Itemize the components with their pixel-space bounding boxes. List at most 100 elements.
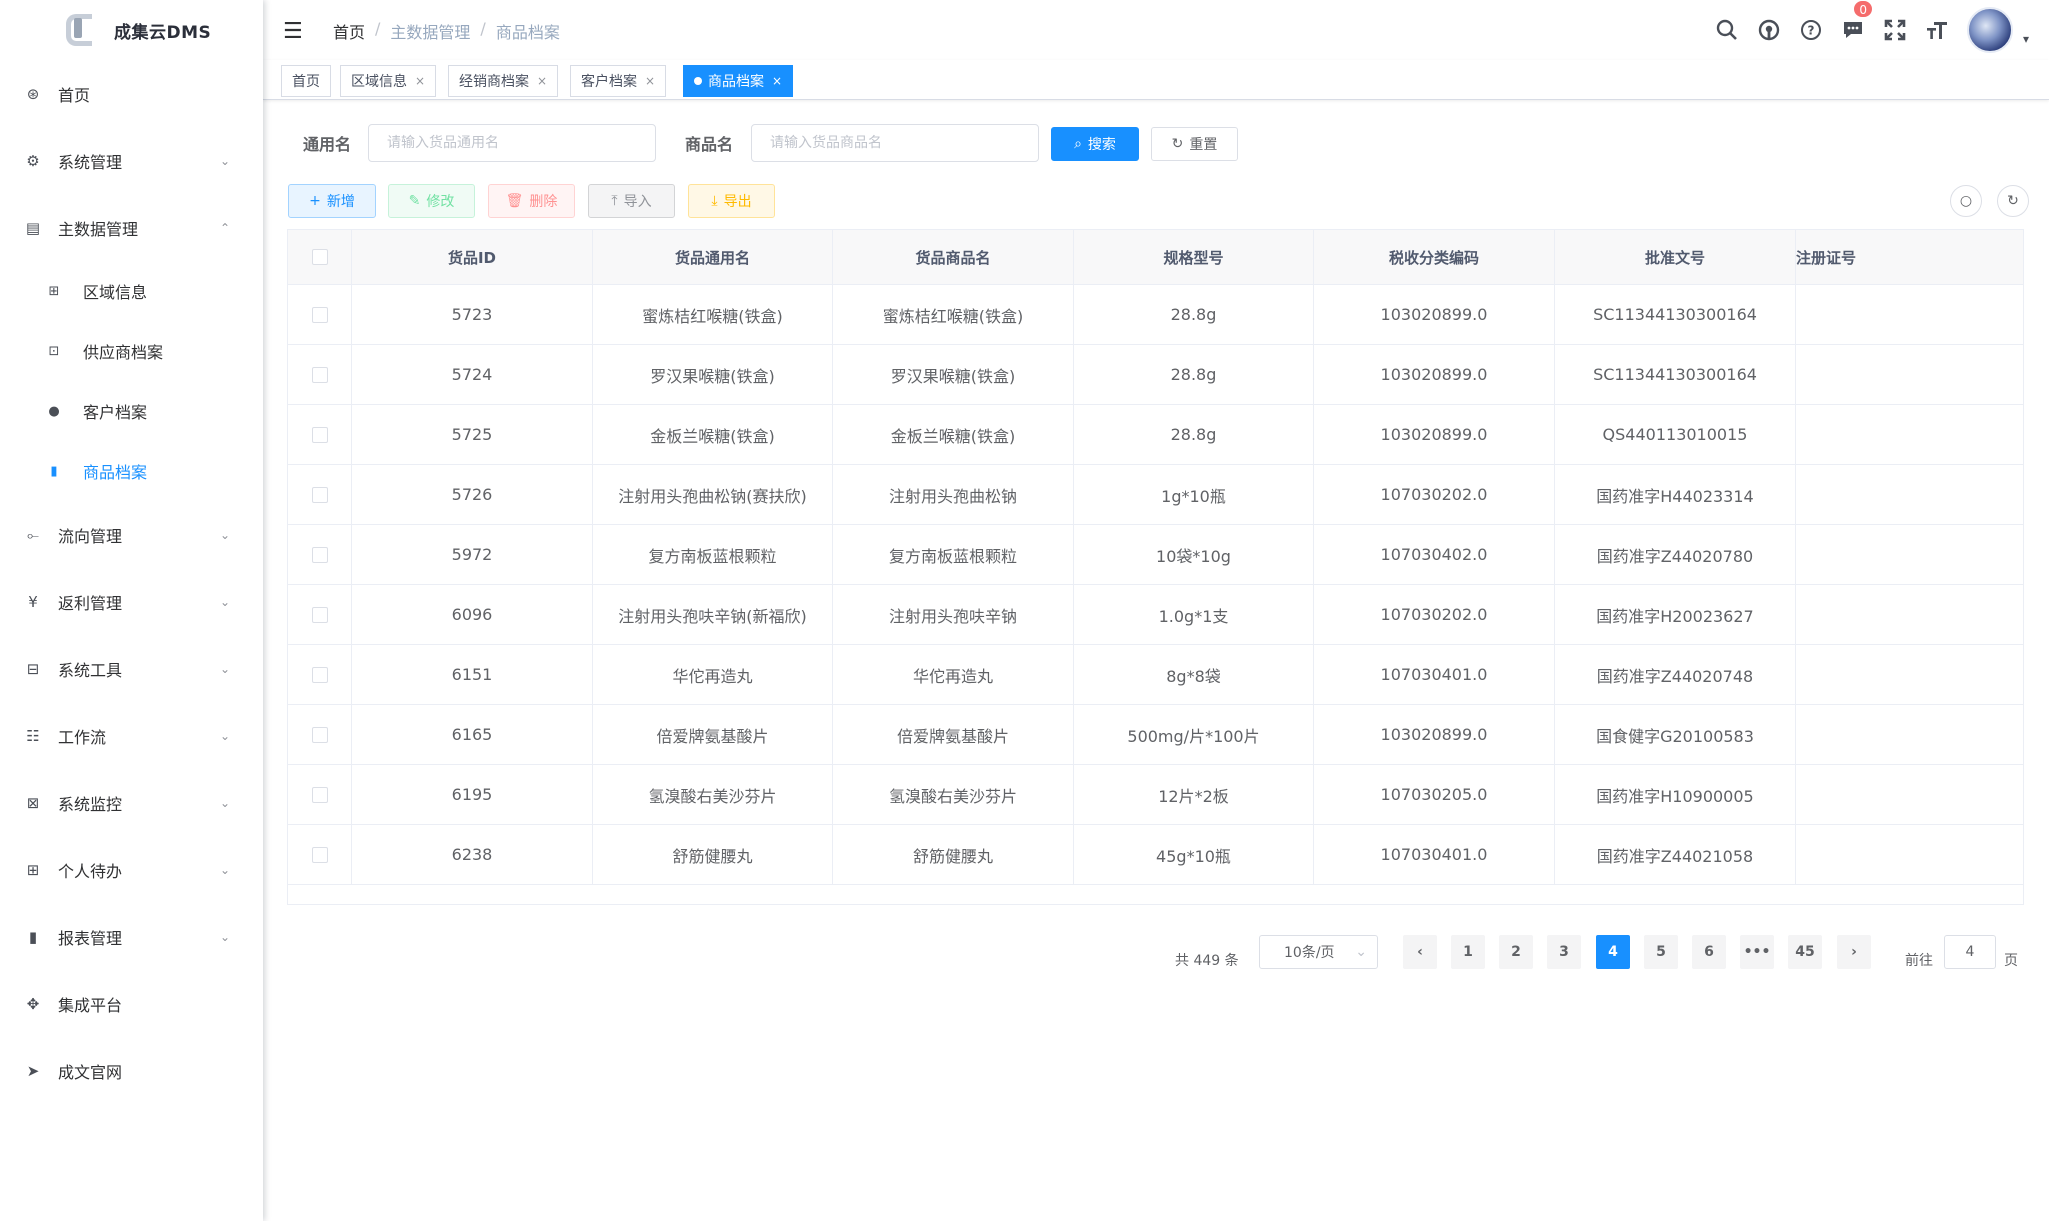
row-checkbox[interactable] xyxy=(311,486,328,503)
table-cell: 5725 xyxy=(352,405,593,464)
tab-2[interactable]: 经销商档案 × xyxy=(448,65,559,97)
row-checkbox[interactable] xyxy=(311,546,328,563)
table-row[interactable]: 5724 罗汉果喉糖(铁盒) 罗汉果喉糖(铁盒) 28.8g 103020899.0 SC… xyxy=(288,345,2023,405)
search-icon[interactable] xyxy=(1715,18,1739,42)
sidebar-subitem-0[interactable]: ⊞ 区域信息 xyxy=(0,261,263,321)
tab-0[interactable]: 首页 xyxy=(281,65,331,97)
tab-4[interactable]: 商品档案 × xyxy=(683,65,794,97)
close-icon[interactable]: × xyxy=(537,74,547,88)
sidebar-item-11[interactable]: ➤ 成文官网 xyxy=(0,1037,263,1104)
export-button[interactable]: ⤓ 导出 xyxy=(688,184,775,218)
help-icon[interactable]: ? xyxy=(1799,18,1823,42)
table-row[interactable]: 6165 倍爱牌氨基酸片 倍爱牌氨基酸片 500mg/片*100片 103020899.… xyxy=(288,705,2023,765)
sidebar-subitem-label: 商品档案 xyxy=(83,463,148,482)
table-cell: 复方南板蓝根颗粒 xyxy=(593,525,833,584)
refresh-table-button[interactable]: ↻ xyxy=(1997,185,2029,217)
flow-icon: ⟜ xyxy=(26,525,39,544)
sidebar-item-label: 系统管理 xyxy=(58,152,123,172)
tab-label: 经销商档案 xyxy=(459,74,529,90)
sidebar-item-3[interactable]: ⟜ 流向管理 ⌄ xyxy=(0,501,263,568)
page-button[interactable]: 6 xyxy=(1692,935,1726,969)
sidebar-item-label: 成文官网 xyxy=(58,1062,123,1082)
tab-3[interactable]: 客户档案 × xyxy=(570,65,667,97)
page-button[interactable]: 45 xyxy=(1788,935,1822,969)
table-row[interactable]: 5972 复方南板蓝根颗粒 复方南板蓝根颗粒 10袋*10g 107030402.0 国药… xyxy=(288,525,2023,585)
edit-button[interactable]: ✎ 修改 xyxy=(388,184,475,218)
breadcrumb-home[interactable]: 首页 xyxy=(333,19,365,43)
row-checkbox[interactable] xyxy=(311,306,328,323)
sidebar-item-0[interactable]: ⊛ 首页 xyxy=(0,60,263,127)
select-all-cell xyxy=(288,230,352,284)
page-size-select[interactable]: 10条/页 ⌄ xyxy=(1259,935,1378,969)
table-row[interactable]: 6096 注射用头孢呋辛钠(新福欣) 注射用头孢呋辛钠 1.0g*1支 10703020… xyxy=(288,585,2023,645)
table-row[interactable]: 5723 蜜炼桔红喉糖(铁盒) 蜜炼桔红喉糖(铁盒) 28.8g 103020899.0… xyxy=(288,285,2023,345)
sidebar-item-label: 系统监控 xyxy=(58,794,123,814)
hamburger-icon[interactable]: ☰ xyxy=(283,19,303,44)
sidebar-item-4[interactable]: ¥ 返利管理 ⌄ xyxy=(0,568,263,635)
toggle-search-button[interactable]: ○ xyxy=(1950,185,1982,217)
row-checkbox[interactable] xyxy=(311,426,328,443)
sidebar-item-10[interactable]: ✥ 集成平台 xyxy=(0,970,263,1037)
close-icon[interactable]: × xyxy=(772,74,782,88)
table-row[interactable]: 5725 金板兰喉糖(铁盒) 金板兰喉糖(铁盒) 28.8g 103020899.0 QS… xyxy=(288,405,2023,465)
next-page-button[interactable]: › xyxy=(1837,935,1871,969)
table-cell: 6238 xyxy=(352,825,593,884)
page-button[interactable]: 4 xyxy=(1596,935,1630,969)
fullscreen-icon[interactable] xyxy=(1883,18,1907,42)
sidebar-item-5[interactable]: ⊟ 系统工具 ⌄ xyxy=(0,635,263,702)
page-button[interactable]: 3 xyxy=(1547,935,1581,969)
table-cell: 罗汉果喉糖(铁盒) xyxy=(833,345,1074,404)
goto-page-input[interactable] xyxy=(1944,935,1996,969)
github-icon[interactable] xyxy=(1757,18,1781,42)
table-scrollbar[interactable] xyxy=(288,885,2023,905)
generic-name-input[interactable] xyxy=(368,124,656,162)
message-icon[interactable]: 0 xyxy=(1841,0,1873,42)
row-checkbox[interactable] xyxy=(311,846,328,863)
logo[interactable]: 成集云DMS xyxy=(0,0,263,60)
sidebar-subitem-3[interactable]: ▮ 商品档案 xyxy=(0,441,263,501)
row-checkbox[interactable] xyxy=(311,606,328,623)
row-checkbox[interactable] xyxy=(311,786,328,803)
row-checkbox[interactable] xyxy=(311,726,328,743)
sidebar-item-8[interactable]: ⊞ 个人待办 ⌄ xyxy=(0,836,263,903)
avatar[interactable] xyxy=(1966,7,2013,53)
row-checkbox[interactable] xyxy=(311,366,328,383)
delete-button[interactable]: 🗑 删除 xyxy=(488,184,575,218)
caret-down-icon[interactable]: ▾ xyxy=(2023,32,2029,46)
sidebar-item-7[interactable]: ⊠ 系统监控 ⌄ xyxy=(0,769,263,836)
search-button[interactable]: ⌕ 搜索 xyxy=(1051,127,1139,161)
select-all-checkbox[interactable] xyxy=(311,249,328,265)
table-cell: 28.8g xyxy=(1074,405,1314,464)
table-row[interactable]: 6151 华佗再造丸 华佗再造丸 8g*8袋 107030401.0 国药准字Z44020… xyxy=(288,645,2023,705)
sidebar-item-2[interactable]: ▤ 主数据管理 ⌃ xyxy=(0,194,263,261)
tags-view: 首页 区域信息 × 经销商档案 × 客户档案 × 商品档案 × xyxy=(263,60,2049,100)
add-button[interactable]: + 新增 xyxy=(288,184,376,218)
table-cell: 103020899.0 xyxy=(1314,705,1555,764)
sidebar-subitem-1[interactable]: ⊡ 供应商档案 xyxy=(0,321,263,381)
page-button[interactable]: 1 xyxy=(1451,935,1485,969)
close-icon[interactable]: × xyxy=(415,74,425,88)
reset-button[interactable]: ↻ 重置 xyxy=(1151,127,1238,161)
row-checkbox[interactable] xyxy=(311,666,328,683)
font-size-icon[interactable] xyxy=(1925,18,1949,42)
import-button[interactable]: ⤒ 导入 xyxy=(588,184,675,218)
prev-page-button[interactable]: ‹ xyxy=(1403,935,1437,969)
table-row[interactable]: 6238 舒筋健腰丸 舒筋健腰丸 45g*10瓶 107030401.0 国药准字Z440… xyxy=(288,825,2023,885)
send-icon: ➤ xyxy=(26,1061,40,1080)
table-row[interactable]: 5726 注射用头孢曲松钠(赛扶欣) 注射用头孢曲松钠 1g*10瓶 107030202… xyxy=(288,465,2023,525)
page-button[interactable]: 5 xyxy=(1644,935,1678,969)
sidebar-item-9[interactable]: ▮ 报表管理 ⌄ xyxy=(0,903,263,970)
product-name-input[interactable] xyxy=(751,124,1039,162)
sidebar-subitem-2[interactable]: ● 客户档案 xyxy=(0,381,263,441)
table-row[interactable]: 6195 氢溴酸右美沙芬片 氢溴酸右美沙芬片 12片*2板 107030205.0 国药准… xyxy=(288,765,2023,825)
chevron-down-icon: ⌄ xyxy=(220,661,231,676)
edit-icon: ✎ xyxy=(408,193,421,209)
tab-1[interactable]: 区域信息 × xyxy=(340,65,437,97)
table-cell: 10袋*10g xyxy=(1074,525,1314,584)
sidebar-item-label: 系统工具 xyxy=(58,660,123,680)
close-icon[interactable]: × xyxy=(645,74,655,88)
page-button[interactable]: ••• xyxy=(1740,935,1774,969)
sidebar-item-1[interactable]: ⚙ 系统管理 ⌄ xyxy=(0,127,263,194)
page-button[interactable]: 2 xyxy=(1499,935,1533,969)
sidebar-item-6[interactable]: ☷ 工作流 ⌄ xyxy=(0,702,263,769)
